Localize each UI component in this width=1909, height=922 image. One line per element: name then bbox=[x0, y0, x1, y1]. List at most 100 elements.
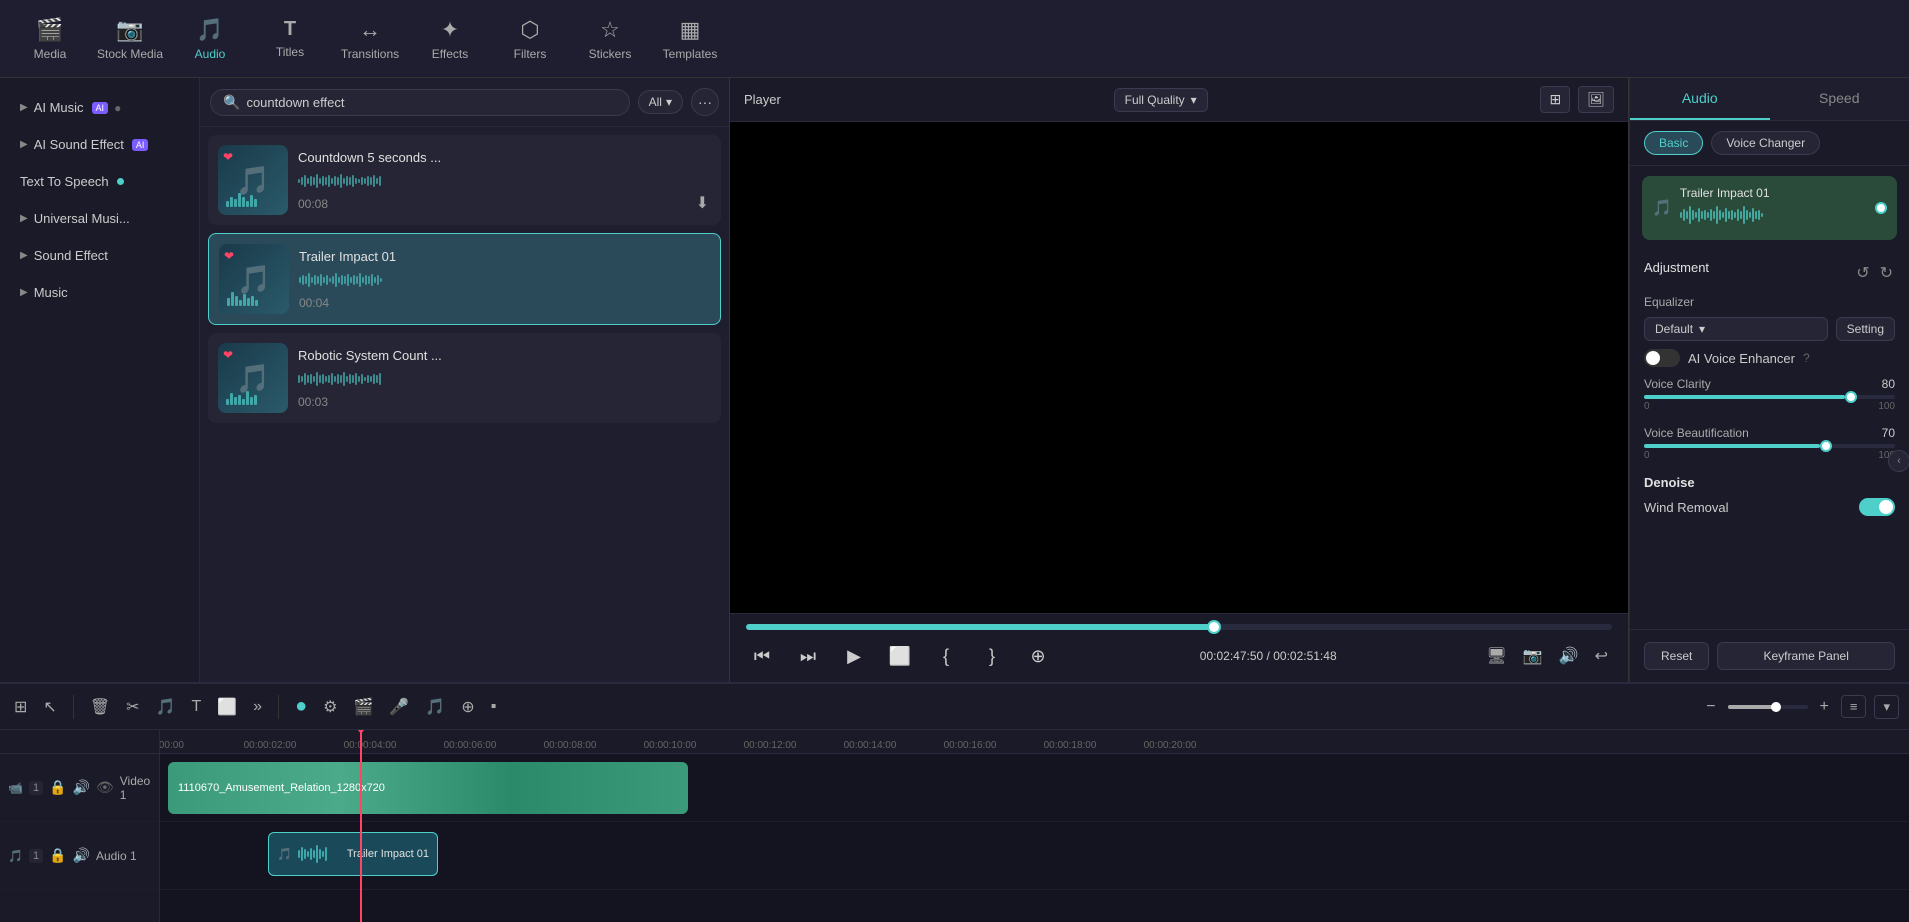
aspect-ratio-button[interactable]: ⬜ bbox=[884, 640, 916, 672]
equalizer-setting-button[interactable]: Setting bbox=[1836, 317, 1895, 341]
help-icon[interactable]: ? bbox=[1803, 351, 1810, 365]
sidebar-item-universal[interactable]: ▶ Universal Musi... bbox=[6, 201, 193, 236]
search-input-wrap[interactable]: 🔍 bbox=[210, 89, 630, 116]
snapshot-button[interactable]: 📷 bbox=[1519, 642, 1547, 670]
tab-audio[interactable]: Audio bbox=[1630, 78, 1770, 120]
visibility-video-button[interactable]: 👁 bbox=[96, 779, 114, 796]
sidebar-item-sound-effect[interactable]: ▶ Sound Effect bbox=[6, 238, 193, 273]
mic-button[interactable]: 🎤 bbox=[385, 693, 413, 721]
volume-button[interactable]: 🔊 bbox=[1555, 642, 1583, 670]
select-button[interactable]: ↖ bbox=[39, 693, 60, 721]
voice-clarity-knob[interactable] bbox=[1845, 391, 1857, 403]
audio-track-lane[interactable]: 🎵 Trailer Impact 01 bbox=[160, 822, 1909, 890]
timeline-tracks[interactable]: :00:00 00:00:02:00 00:00:04:00 00:00:06:… bbox=[160, 730, 1909, 922]
audio-tl-button[interactable]: 🎵 bbox=[421, 693, 449, 721]
crop-audio-button[interactable]: 🎵 bbox=[152, 693, 180, 721]
voice-clarity-slider[interactable] bbox=[1644, 395, 1895, 399]
more-tl-button[interactable]: » bbox=[249, 694, 266, 720]
timeline-view-button[interactable]: ≡ bbox=[1841, 695, 1867, 718]
video-track-lane[interactable]: 1110670_Amusement_Relation_1280x720 bbox=[160, 754, 1909, 822]
undo-button[interactable]: ↺ bbox=[1854, 261, 1871, 285]
video-clip[interactable]: 1110670_Amusement_Relation_1280x720 bbox=[168, 762, 688, 814]
volume-video-button[interactable]: 🔊 bbox=[73, 779, 90, 796]
voice-beautification-range: 0 100 bbox=[1644, 450, 1895, 461]
timeline-settings-button[interactable]: ▾ bbox=[1874, 695, 1899, 719]
redo-button[interactable]: ↻ bbox=[1878, 261, 1895, 285]
zoom-out-button[interactable]: − bbox=[1702, 696, 1719, 718]
zoom-knob[interactable] bbox=[1771, 702, 1781, 712]
search-input[interactable] bbox=[246, 95, 616, 110]
snap-button[interactable]: ⊞ bbox=[10, 693, 31, 721]
play-button[interactable]: ▶ bbox=[838, 640, 870, 672]
lock-video-button[interactable]: 🔒 bbox=[49, 779, 66, 796]
track-position-knob[interactable] bbox=[1875, 202, 1887, 214]
fit-button[interactable]: ⬜ bbox=[213, 693, 241, 721]
more-options-button[interactable]: ··· bbox=[691, 88, 719, 116]
keyframe-panel-button[interactable]: Keyframe Panel bbox=[1717, 642, 1895, 670]
quality-select[interactable]: Full Quality ▾ bbox=[1114, 88, 1208, 112]
delete-button[interactable]: 🗑 bbox=[86, 693, 114, 721]
toolbar-transitions[interactable]: ↔ Transitions bbox=[330, 5, 410, 73]
equalizer-select[interactable]: Default ▾ bbox=[1644, 317, 1828, 341]
sidebar-item-ai-music[interactable]: ▶ AI Music AI ● bbox=[6, 90, 193, 125]
external-monitor-button[interactable]: 🖥 bbox=[1482, 642, 1510, 670]
filter-button[interactable]: All ▾ bbox=[638, 90, 683, 114]
ruler-mark-2: 00:00:02:00 bbox=[244, 740, 297, 751]
clip-button[interactable]: 🎬 bbox=[350, 693, 378, 721]
toolbar-audio[interactable]: 🎵 Audio bbox=[170, 5, 250, 73]
voice-beautification-slider[interactable] bbox=[1644, 444, 1895, 448]
toolbar-stock[interactable]: 📷 Stock Media bbox=[90, 5, 170, 73]
toolbar-titles[interactable]: T Titles bbox=[250, 5, 330, 73]
mark-out-button[interactable]: } bbox=[976, 640, 1008, 672]
voice-beautification-knob[interactable] bbox=[1820, 440, 1832, 452]
record-button[interactable]: ● bbox=[291, 691, 311, 722]
pip-button[interactable]: ▪ bbox=[487, 694, 501, 720]
toolbar-filters[interactable]: ⬡ Filters bbox=[490, 5, 570, 73]
tab-speed[interactable]: Speed bbox=[1770, 78, 1909, 120]
ai-voice-enhancer-toggle[interactable] bbox=[1644, 349, 1680, 367]
step-back-button[interactable]: ⏭ bbox=[792, 640, 824, 672]
toolbar-stickers[interactable]: ☆ Stickers bbox=[570, 5, 650, 73]
audio-item-trailer[interactable]: ❤ 🎵 Trailer Impact 01 00:04 bbox=[208, 233, 721, 325]
toolbar-separator-2 bbox=[278, 695, 279, 719]
sidebar-item-ai-sound[interactable]: ▶ AI Sound Effect AI bbox=[6, 127, 193, 162]
subtab-basic[interactable]: Basic bbox=[1644, 131, 1703, 155]
reset-button[interactable]: Reset bbox=[1644, 642, 1709, 670]
playhead[interactable] bbox=[360, 730, 362, 922]
lock-audio-button[interactable]: 🔒 bbox=[49, 847, 66, 864]
effects-tl-button[interactable]: ⚙ bbox=[319, 693, 341, 721]
ai-music-help-icon: ● bbox=[114, 101, 121, 115]
subtab-voice-changer[interactable]: Voice Changer bbox=[1711, 131, 1820, 155]
skip-back-button[interactable]: ⏮ bbox=[746, 640, 778, 672]
grid-view-button[interactable]: ⊞ bbox=[1540, 86, 1570, 113]
sidebar-item-music[interactable]: ▶ Music bbox=[6, 275, 193, 310]
progress-knob[interactable] bbox=[1207, 620, 1221, 634]
mark-in-button[interactable]: { bbox=[930, 640, 962, 672]
overlay-button[interactable]: ⊕ bbox=[457, 693, 478, 721]
zoom-in-button[interactable]: + bbox=[1816, 696, 1833, 718]
video-clip-thumbnail: 1110670_Amusement_Relation_1280x720 bbox=[168, 762, 688, 814]
ruler-mark-18: 00:00:18:00 bbox=[1044, 740, 1097, 751]
audio-clip[interactable]: 🎵 Trailer Impact 01 bbox=[268, 832, 438, 876]
wind-removal-toggle[interactable] bbox=[1859, 498, 1895, 516]
split-button[interactable]: ✂ bbox=[122, 693, 143, 721]
trailer-waveform bbox=[299, 270, 710, 290]
insert-button[interactable]: ⊕ bbox=[1022, 640, 1054, 672]
settings-button[interactable]: ↩ bbox=[1591, 642, 1612, 670]
toolbar-media[interactable]: 🎬 Media bbox=[10, 5, 90, 73]
text-button[interactable]: T bbox=[187, 694, 205, 720]
toolbar-templates[interactable]: ▦ Templates bbox=[650, 5, 730, 73]
audio-track-icon: 🎵 bbox=[8, 849, 23, 863]
toolbar-effects[interactable]: ✦ Effects bbox=[410, 5, 490, 73]
image-view-button[interactable]: 🖼 bbox=[1578, 86, 1614, 113]
sidebar-item-tts[interactable]: Text To Speech bbox=[6, 164, 193, 199]
download-icon[interactable]: ⬇ bbox=[696, 193, 709, 213]
zoom-slider[interactable] bbox=[1728, 705, 1808, 709]
volume-audio-button[interactable]: 🔊 bbox=[73, 847, 90, 864]
audio-track-label: Audio 1 bbox=[96, 849, 137, 863]
audio-item-robotic[interactable]: ❤ 🎵 Robotic System Count ... 00:03 bbox=[208, 333, 721, 423]
progress-bar[interactable] bbox=[746, 624, 1612, 630]
ellipsis-icon: ··· bbox=[698, 94, 712, 110]
audio-item-countdown[interactable]: ❤ 🎵 Countdown 5 seconds ... 00:08 ⬇ bbox=[208, 135, 721, 225]
video-clip-label: 1110670_Amusement_Relation_1280x720 bbox=[178, 782, 385, 794]
